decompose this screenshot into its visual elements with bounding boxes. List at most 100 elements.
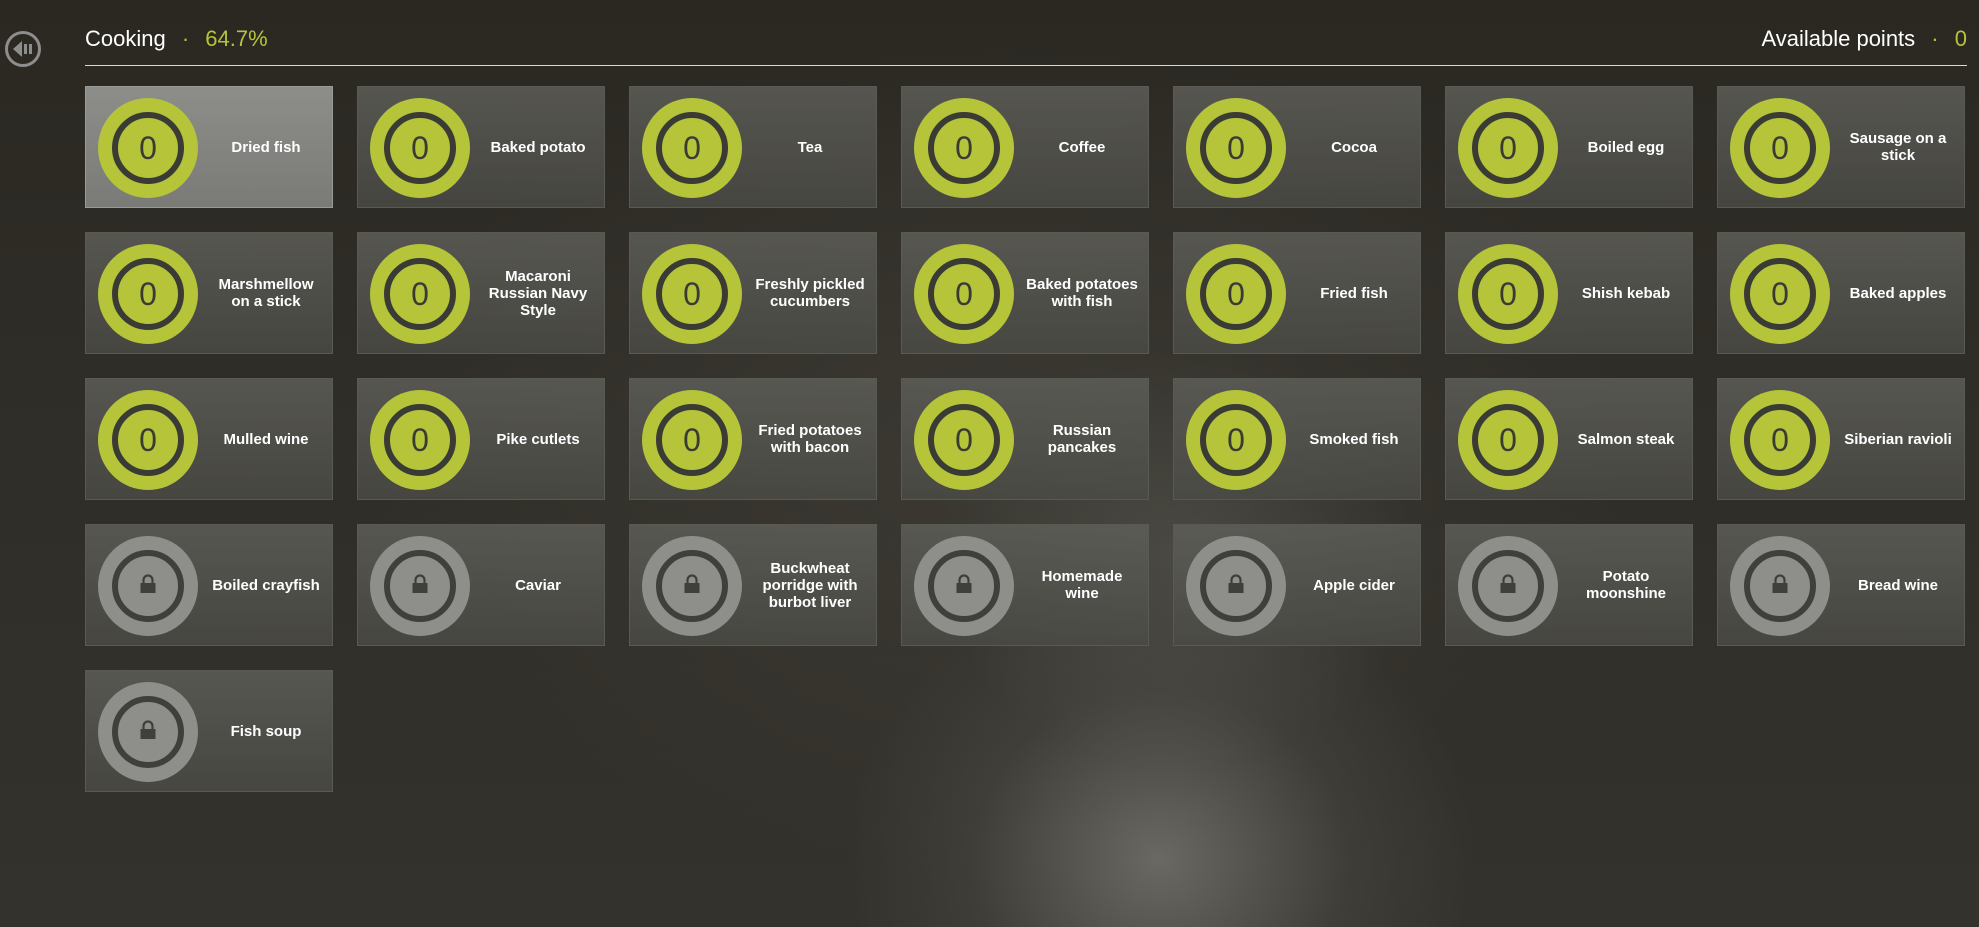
skill-name: Tea [797, 138, 823, 156]
skill-tile[interactable]: 0 Shish kebab [1445, 232, 1693, 354]
badge-ring: 0 [1472, 258, 1544, 330]
back-arrow-icon [12, 40, 34, 58]
skill-tile[interactable]: Potato moonshine [1445, 524, 1693, 646]
available-points-value: 0 [1954, 26, 1967, 51]
skill-level-badge: 0 [642, 244, 742, 344]
badge-ring: 0 [1744, 112, 1816, 184]
skill-tile[interactable]: 0 Baked potatoes with fish [901, 232, 1149, 354]
badge-ring: 0 [112, 258, 184, 330]
skill-level-badge: 0 [1458, 244, 1558, 344]
skill-level: 0 [1771, 130, 1789, 166]
skill-tile[interactable]: Apple cider [1173, 524, 1421, 646]
badge-ring: 0 [1472, 404, 1544, 476]
skill-name: Baked potato [490, 138, 586, 156]
badge-ring [384, 550, 456, 622]
skill-name: Sausage on a stick [1849, 130, 1947, 164]
locked-skill-badge [1730, 536, 1830, 636]
skill-name: Coffee [1058, 138, 1106, 156]
skill-tile[interactable]: 0 Fried fish [1173, 232, 1421, 354]
skill-level: 0 [411, 130, 429, 166]
skill-tile[interactable]: 0 Coffee [901, 86, 1149, 208]
badge-ring: 0 [1200, 112, 1272, 184]
badge-ring: 0 [1744, 404, 1816, 476]
skill-level: 0 [1227, 276, 1245, 312]
available-points-label: Available points [1761, 26, 1916, 51]
skill-tile[interactable]: Boiled crayfish [85, 524, 333, 646]
badge-ring [656, 550, 728, 622]
skill-name: Salmon steak [1577, 430, 1675, 448]
badge-ring: 0 [384, 404, 456, 476]
badge-ring: 0 [1200, 404, 1272, 476]
skill-tile[interactable]: Homemade wine [901, 524, 1149, 646]
skill-level-badge: 0 [1186, 390, 1286, 490]
skill-level: 0 [1499, 422, 1517, 458]
skill-name: Mulled wine [223, 430, 309, 448]
skill-name: Shish kebab [1581, 284, 1671, 302]
badge-ring: 0 [928, 112, 1000, 184]
skill-tile[interactable]: 0 Dried fish [85, 86, 333, 208]
lock-icon [139, 719, 157, 745]
skill-level-badge: 0 [98, 390, 198, 490]
skill-tile[interactable]: 0 Marshmellow on a stick [85, 232, 333, 354]
skill-tile[interactable]: 0 Freshly pickled cucumbers [629, 232, 877, 354]
skill-name: Russian pancakes [1047, 422, 1117, 456]
lock-icon [1227, 573, 1245, 599]
skill-tile[interactable]: 0 Smoked fish [1173, 378, 1421, 500]
lock-icon [1499, 573, 1517, 599]
lock-icon [955, 573, 973, 599]
skill-level: 0 [683, 130, 701, 166]
badge-ring [928, 550, 1000, 622]
skill-level-badge: 0 [1730, 244, 1830, 344]
skill-name: Fried potatoes with bacon [758, 422, 862, 456]
title-separator: · [181, 26, 190, 51]
skill-tile[interactable]: 0 Fried potatoes with bacon [629, 378, 877, 500]
skill-level-badge: 0 [642, 98, 742, 198]
locked-skill-badge [370, 536, 470, 636]
skill-tile[interactable]: 0 Salmon steak [1445, 378, 1693, 500]
skill-level: 0 [411, 422, 429, 458]
badge-ring: 0 [384, 258, 456, 330]
skill-name: Fried fish [1320, 284, 1388, 302]
skill-level: 0 [139, 130, 157, 166]
skill-name: Siberian ravioli [1844, 430, 1952, 448]
skill-level: 0 [955, 422, 973, 458]
badge-ring [1200, 550, 1272, 622]
skill-level-badge: 0 [1186, 98, 1286, 198]
skill-tile[interactable]: 0 Pike cutlets [357, 378, 605, 500]
skill-name: Dried fish [231, 138, 301, 156]
badge-ring: 0 [928, 258, 1000, 330]
skill-name: Potato moonshine [1585, 568, 1666, 602]
badge-ring: 0 [1472, 112, 1544, 184]
badge-ring: 0 [928, 404, 1000, 476]
back-button[interactable] [5, 31, 41, 67]
category-title: Cooking [85, 26, 166, 51]
category-progress: 64.7% [205, 26, 268, 51]
skill-tile[interactable]: Fish soup [85, 670, 333, 792]
skill-level-badge: 0 [914, 244, 1014, 344]
skill-tile[interactable]: 0 Mulled wine [85, 378, 333, 500]
badge-ring: 0 [656, 112, 728, 184]
skill-tile[interactable]: Caviar [357, 524, 605, 646]
skill-tile[interactable]: Buckwheat porridge with burbot liver [629, 524, 877, 646]
skill-tile[interactable]: 0 Baked potato [357, 86, 605, 208]
skill-tile[interactable]: 0 Tea [629, 86, 877, 208]
badge-ring [112, 550, 184, 622]
badge-ring: 0 [656, 404, 728, 476]
lock-icon [139, 573, 157, 599]
skill-name: Boiled egg [1587, 138, 1665, 156]
skill-tile[interactable]: 0 Boiled egg [1445, 86, 1693, 208]
skill-tile[interactable]: 0 Cocoa [1173, 86, 1421, 208]
skill-level-badge: 0 [1458, 390, 1558, 490]
skill-tile[interactable]: 0 Siberian ravioli [1717, 378, 1965, 500]
skill-tile[interactable]: 0 Macaroni Russian Navy Style [357, 232, 605, 354]
badge-ring [1744, 550, 1816, 622]
available-points: Available points · 0 [1761, 24, 1967, 54]
badge-ring: 0 [1200, 258, 1272, 330]
skill-tile[interactable]: Bread wine [1717, 524, 1965, 646]
skill-tile[interactable]: 0 Russian pancakes [901, 378, 1149, 500]
skill-tile[interactable]: 0 Sausage on a stick [1717, 86, 1965, 208]
skill-tile[interactable]: 0 Baked apples [1717, 232, 1965, 354]
skill-name: Cocoa [1331, 138, 1377, 156]
badge-ring [1472, 550, 1544, 622]
skill-level: 0 [1771, 422, 1789, 458]
